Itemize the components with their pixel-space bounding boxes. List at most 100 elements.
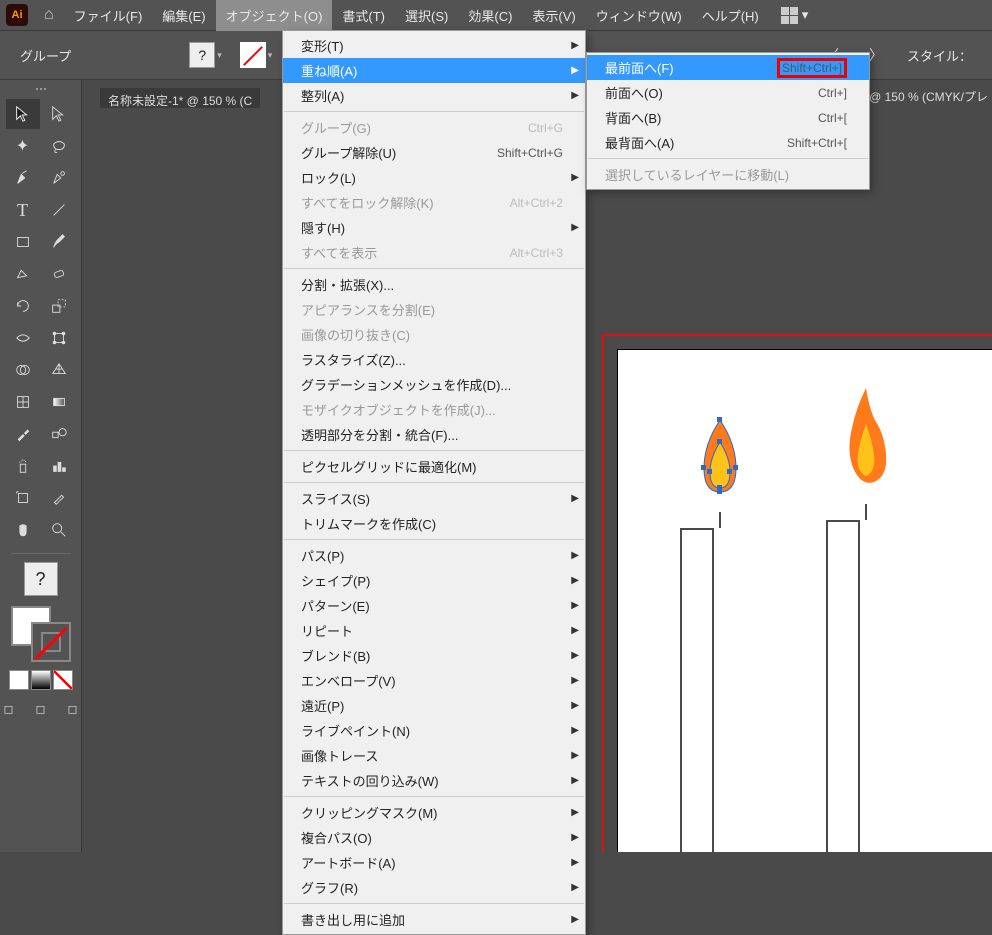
edit-toolbar-button[interactable]: ? bbox=[24, 562, 58, 596]
menu-item[interactable]: テキストの回り込み(W)▶ bbox=[283, 768, 585, 793]
color-mode[interactable] bbox=[9, 670, 29, 690]
menu-item[interactable]: 最背面へ(A) Shift+Ctrl+[ bbox=[587, 130, 869, 155]
scale-tool[interactable] bbox=[42, 291, 76, 321]
menu-item[interactable]: グラデーションメッシュを作成(D)... bbox=[283, 372, 585, 397]
pen-tool[interactable] bbox=[6, 163, 40, 193]
none-mode[interactable] bbox=[53, 670, 73, 690]
candle[interactable] bbox=[826, 384, 906, 852]
blend-tool[interactable] bbox=[42, 419, 76, 449]
menu-item-label: ブレンド(B) bbox=[301, 646, 370, 665]
draw-normal[interactable]: ◻ bbox=[0, 698, 24, 720]
menu-item[interactable]: グループ解除(U)Shift+Ctrl+G bbox=[283, 140, 585, 165]
curvature-tool[interactable] bbox=[42, 163, 76, 193]
menu-item[interactable]: リピート▶ bbox=[283, 618, 585, 643]
direct-selection-tool[interactable] bbox=[42, 99, 76, 129]
menu-item[interactable]: 整列(A)▶ bbox=[283, 83, 585, 108]
perspective-tool[interactable] bbox=[42, 355, 76, 385]
artboard-tool[interactable] bbox=[6, 483, 40, 513]
width-tool[interactable] bbox=[6, 323, 40, 353]
hand-tool[interactable] bbox=[6, 515, 40, 545]
rectangle-tool[interactable] bbox=[6, 227, 40, 257]
zoom-tool[interactable] bbox=[42, 515, 76, 545]
fill-stroke-control[interactable] bbox=[11, 606, 71, 662]
menu-item[interactable]: パターン(E)▶ bbox=[283, 593, 585, 618]
menu-item[interactable]: グラフ(R) ▶ bbox=[283, 875, 585, 900]
submenu-arrow-icon: ▶ bbox=[571, 882, 579, 893]
menu-効果(C)[interactable]: 効果(C) bbox=[458, 0, 522, 31]
line-tool[interactable] bbox=[42, 195, 76, 225]
workspace-switcher[interactable]: ▾ bbox=[781, 7, 809, 24]
menu-item[interactable]: ブレンド(B)▶ bbox=[283, 643, 585, 668]
rotate-tool[interactable] bbox=[6, 291, 40, 321]
paintbrush-tool[interactable] bbox=[42, 227, 76, 257]
candle-selected[interactable] bbox=[680, 412, 760, 852]
toolbox-handle[interactable] bbox=[26, 88, 56, 91]
menu-item[interactable]: スライス(S)▶ bbox=[283, 486, 585, 511]
gradient-tool[interactable] bbox=[42, 387, 76, 417]
menu-item-label: 最背面へ(A) bbox=[605, 133, 674, 152]
menu-item[interactable]: 分割・拡張(X)... bbox=[283, 272, 585, 297]
menu-item[interactable]: 遠近(P)▶ bbox=[283, 693, 585, 718]
menu-item[interactable]: エンベロープ(V)▶ bbox=[283, 668, 585, 693]
menu-item: アピアランスを分割(E) bbox=[283, 297, 585, 322]
symbol-sprayer-tool[interactable] bbox=[6, 451, 40, 481]
menu-shortcut: Shift+Ctrl+[ bbox=[787, 136, 847, 150]
gradient-mode[interactable] bbox=[31, 670, 51, 690]
object-menu[interactable]: 変形(T)▶重ね順(A)▶整列(A)▶グループ(G)Ctrl+Gグループ解除(U… bbox=[282, 30, 586, 935]
menu-item[interactable]: ロック(L)▶ bbox=[283, 165, 585, 190]
menu-item[interactable]: パス(P)▶ bbox=[283, 543, 585, 568]
stroke-color-box[interactable] bbox=[31, 622, 71, 662]
menu-ウィンドウ(W)[interactable]: ウィンドウ(W) bbox=[586, 0, 692, 31]
menu-item-label: 変形(T) bbox=[301, 36, 344, 55]
menu-item[interactable]: 最前面へ(F)Shift+Ctrl+] bbox=[587, 55, 869, 80]
menu-item[interactable]: シェイプ(P)▶ bbox=[283, 568, 585, 593]
menu-item: すべてを表示Alt+Ctrl+3 bbox=[283, 240, 585, 265]
selection-tool[interactable] bbox=[6, 99, 40, 129]
fill-swatch[interactable]: ? bbox=[189, 42, 215, 68]
menu-item[interactable]: 背面へ(B)Ctrl+[ bbox=[587, 105, 869, 130]
mesh-tool[interactable] bbox=[6, 387, 40, 417]
menu-item[interactable]: 重ね順(A)▶ bbox=[283, 58, 585, 83]
menu-shortcut: Alt+Ctrl+2 bbox=[510, 196, 563, 210]
home-icon[interactable]: ⌂ bbox=[34, 6, 64, 24]
magic-wand-tool[interactable]: ✦ bbox=[6, 131, 40, 161]
menu-item[interactable]: ライブペイント(N)▶ bbox=[283, 718, 585, 743]
menu-書式(T)[interactable]: 書式(T) bbox=[332, 0, 395, 31]
menu-ファイル(F)[interactable]: ファイル(F) bbox=[64, 0, 153, 31]
eraser-tool[interactable] bbox=[42, 259, 76, 289]
fill-dropdown-icon[interactable]: ▾ bbox=[217, 50, 222, 61]
menu-item[interactable]: 画像トレース▶ bbox=[283, 743, 585, 768]
menu-item[interactable]: アートボード(A)▶ bbox=[283, 850, 585, 875]
type-tool[interactable]: T bbox=[6, 195, 40, 225]
menu-item[interactable]: 複合パス(O)▶ bbox=[283, 825, 585, 850]
menu-item-label: グラフ(R) bbox=[301, 878, 358, 897]
menu-編集(E)[interactable]: 編集(E) bbox=[152, 0, 215, 31]
menu-選択(S)[interactable]: 選択(S) bbox=[395, 0, 458, 31]
menu-item[interactable]: 変形(T)▶ bbox=[283, 33, 585, 58]
menu-item[interactable]: 透明部分を分割・統合(F)... bbox=[283, 422, 585, 447]
free-transform-tool[interactable] bbox=[42, 323, 76, 353]
menu-item[interactable]: ピクセルグリッドに最適化(M) bbox=[283, 454, 585, 479]
stroke-swatch[interactable] bbox=[240, 42, 266, 68]
menu-ヘルプ(H)[interactable]: ヘルプ(H) bbox=[692, 0, 769, 31]
draw-behind[interactable]: ◻ bbox=[26, 698, 56, 720]
menu-item[interactable]: 書き出し用に追加▶ bbox=[283, 907, 585, 932]
lasso-tool[interactable] bbox=[42, 131, 76, 161]
menu-item[interactable]: トリムマークを作成(C) bbox=[283, 511, 585, 536]
menu-item-label: 前面へ(O) bbox=[605, 83, 663, 102]
column-graph-tool[interactable] bbox=[42, 451, 76, 481]
shape-builder-tool[interactable] bbox=[6, 355, 40, 385]
menu-item: モザイクオブジェクトを作成(J)... bbox=[283, 397, 585, 422]
menu-item[interactable]: 前面へ(O)Ctrl+] bbox=[587, 80, 869, 105]
menu-item[interactable]: ラスタライズ(Z)... bbox=[283, 347, 585, 372]
menu-item[interactable]: クリッピングマスク(M)▶ bbox=[283, 800, 585, 825]
menu-item[interactable]: 隠す(H)▶ bbox=[283, 215, 585, 240]
slice-tool[interactable] bbox=[42, 483, 76, 513]
arrange-submenu[interactable]: 最前面へ(F)Shift+Ctrl+]前面へ(O)Ctrl+]背面へ(B)Ctr… bbox=[586, 52, 870, 190]
stroke-dropdown-icon[interactable]: ▾ bbox=[268, 50, 273, 61]
eyedropper-tool[interactable] bbox=[6, 419, 40, 449]
shaper-tool[interactable] bbox=[6, 259, 40, 289]
menu-オブジェクト(O)[interactable]: オブジェクト(O) bbox=[216, 0, 333, 31]
document-tab-right: @ 150 % (CMYK/プレ bbox=[869, 88, 988, 105]
menu-表示(V)[interactable]: 表示(V) bbox=[522, 0, 585, 31]
